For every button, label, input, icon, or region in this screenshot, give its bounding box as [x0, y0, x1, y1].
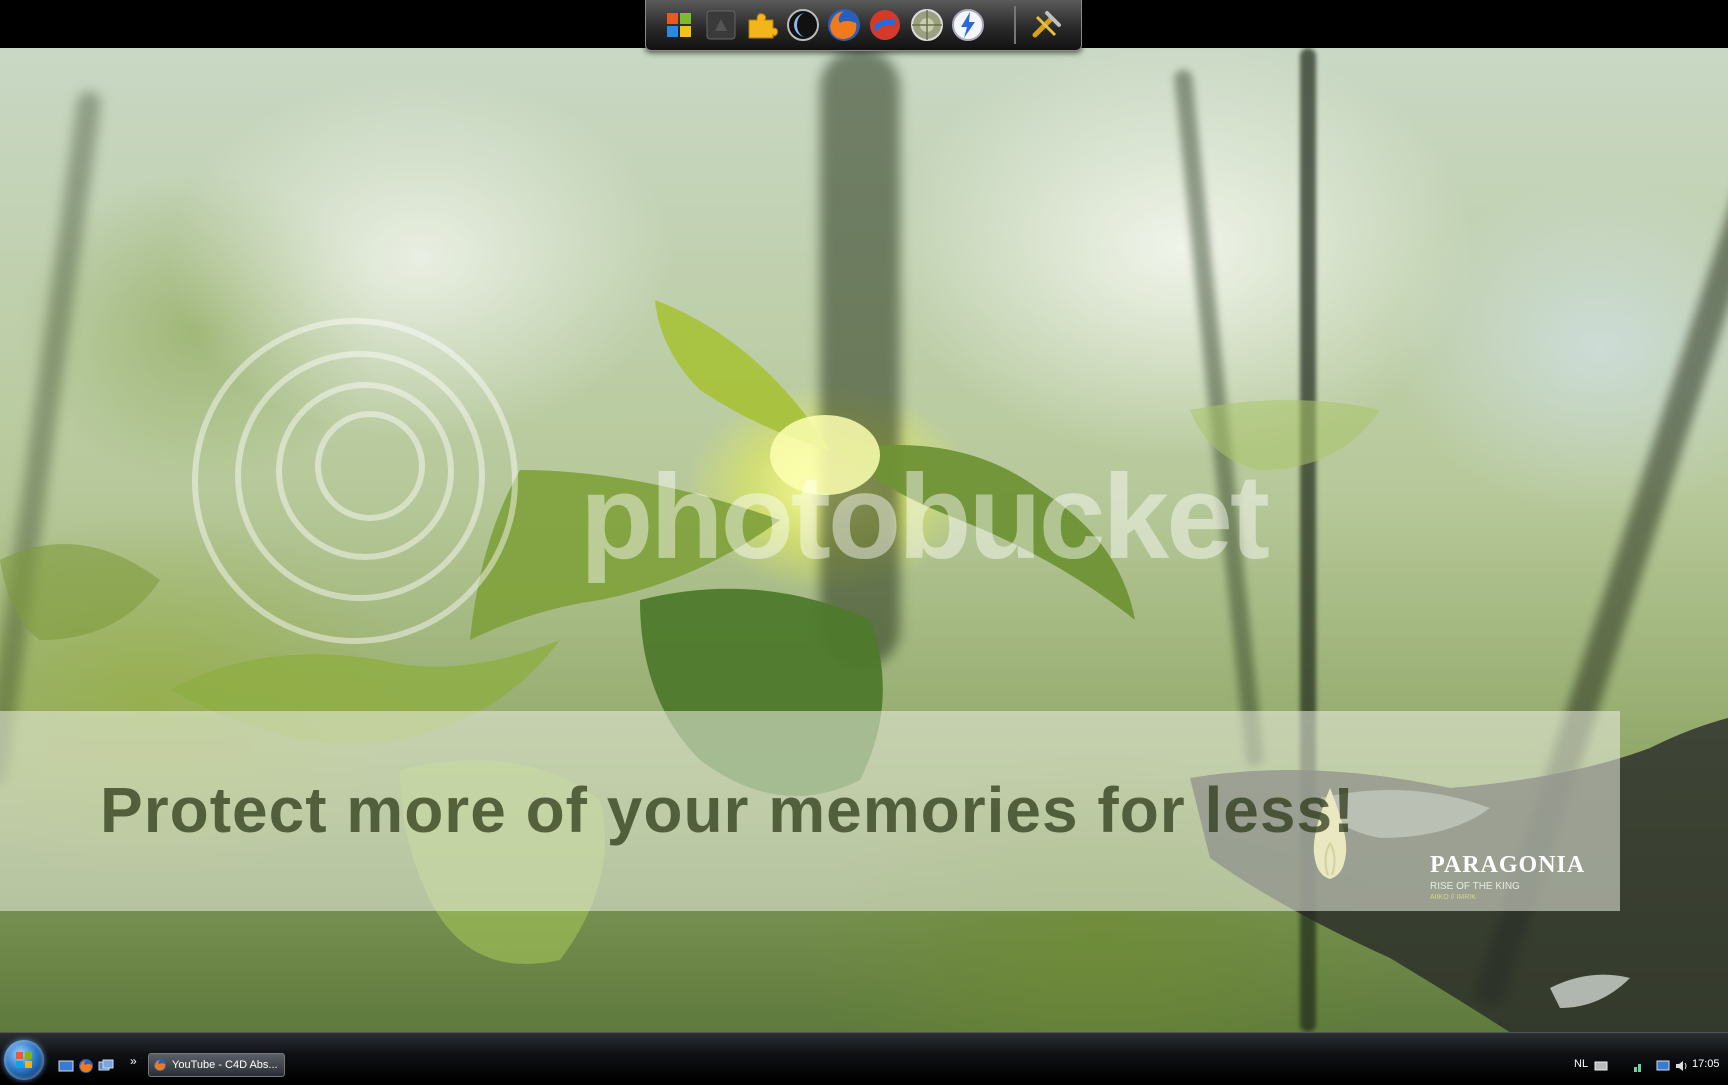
- taskbar-button-label: YouTube - C4D Abs...: [172, 1059, 278, 1071]
- brand-title: PARAGONIA: [1430, 852, 1586, 878]
- brand-subtitle: RISE OF THE KING: [1430, 881, 1520, 892]
- dock-separator: [1014, 6, 1016, 44]
- lightning-icon[interactable]: [949, 6, 987, 44]
- firefox-icon: [153, 1058, 167, 1072]
- display-icon[interactable]: [1656, 1059, 1670, 1073]
- paragonia-brand: PARAGONIA RISE OF THE KING AIIKO // IMRI…: [1430, 852, 1585, 901]
- network-icon[interactable]: [1632, 1059, 1646, 1073]
- top-dock: [645, 0, 1082, 51]
- leaf: [0, 544, 160, 640]
- desktop-wallpaper: photobucket Protect more of your memorie…: [0, 48, 1728, 1032]
- firefox-icon[interactable]: [78, 1058, 94, 1074]
- windows-logo-icon: [16, 1052, 32, 1068]
- globe-icon[interactable]: [908, 6, 946, 44]
- volume-icon[interactable]: [1674, 1059, 1688, 1073]
- promo-text: Protect more of your memories for less!: [100, 774, 1356, 846]
- clock[interactable]: 17:05: [1692, 1058, 1720, 1070]
- switch-windows-icon[interactable]: [98, 1058, 114, 1074]
- watermark-text: photobucket: [580, 450, 1270, 584]
- firefox-icon[interactable]: [825, 6, 863, 44]
- start-button[interactable]: [4, 1040, 44, 1080]
- puzzle-icon[interactable]: [743, 6, 781, 44]
- software-icon[interactable]: [866, 6, 904, 44]
- keyboard-icon[interactable]: [1594, 1060, 1608, 1072]
- brand-credit: AIIKO // IMRIK: [1430, 894, 1476, 901]
- dark-window-icon[interactable]: [702, 6, 740, 44]
- photobucket-logo: [192, 318, 518, 644]
- taskbar-button-youtube[interactable]: YouTube - C4D Abs...: [148, 1053, 285, 1077]
- crescent-icon[interactable]: [784, 6, 822, 44]
- show-desktop-icon[interactable]: [58, 1058, 74, 1074]
- quick-launch-overflow[interactable]: »: [130, 1054, 137, 1068]
- windows-colors-icon[interactable]: [660, 6, 698, 44]
- language-indicator[interactable]: NL: [1574, 1058, 1588, 1070]
- tools-icon[interactable]: [1028, 6, 1066, 44]
